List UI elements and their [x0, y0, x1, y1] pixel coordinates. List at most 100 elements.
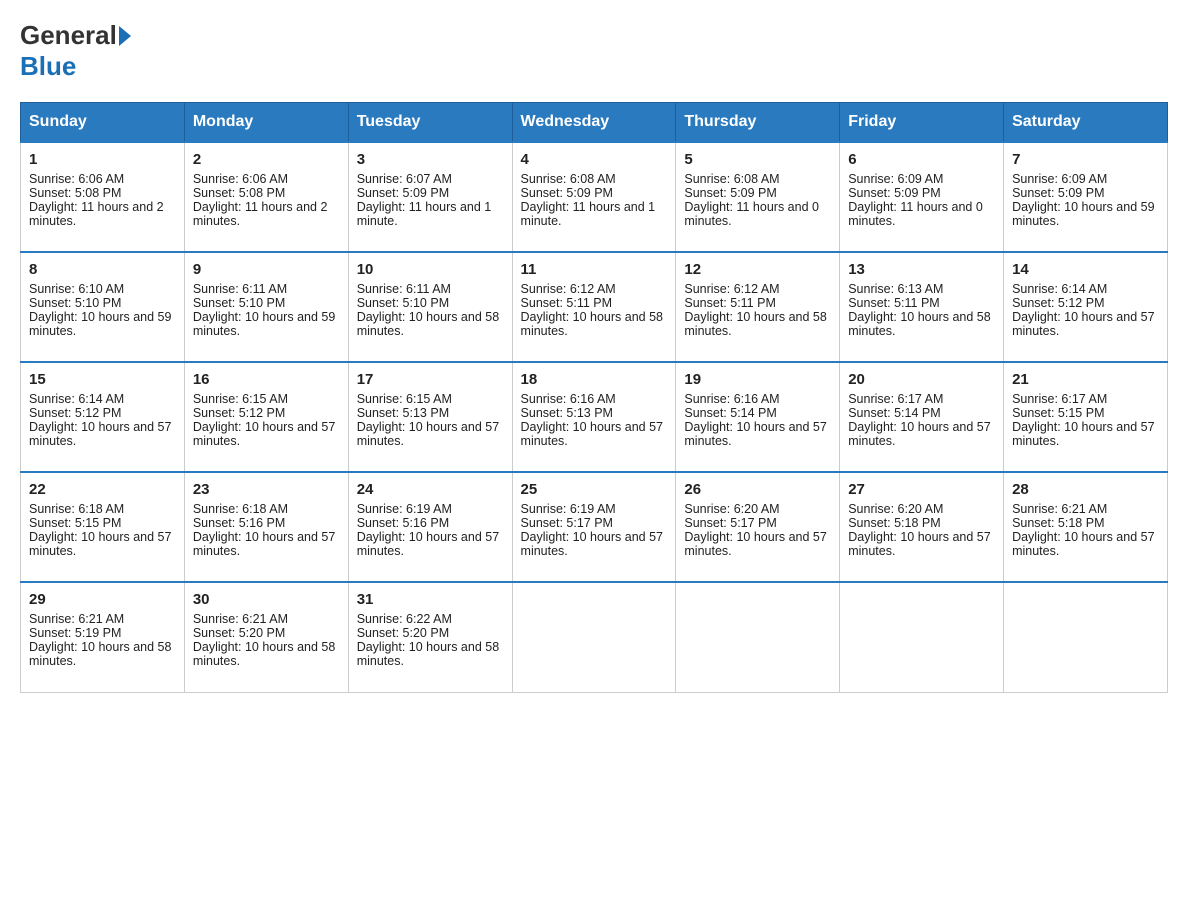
daylight-text: Daylight: 10 hours and 57 minutes.: [684, 530, 826, 558]
day-number: 25: [521, 481, 668, 498]
logo-arrow-icon: [119, 26, 131, 46]
sunrise-text: Sunrise: 6:14 AM: [1012, 282, 1107, 296]
day-number: 16: [193, 371, 340, 388]
calendar-cell: 25Sunrise: 6:19 AMSunset: 5:17 PMDayligh…: [512, 472, 676, 582]
sunset-text: Sunset: 5:18 PM: [848, 516, 940, 530]
sunset-text: Sunset: 5:09 PM: [521, 186, 613, 200]
calendar-cell: 6Sunrise: 6:09 AMSunset: 5:09 PMDaylight…: [840, 142, 1004, 252]
daylight-text: Daylight: 10 hours and 57 minutes.: [193, 420, 335, 448]
day-number: 13: [848, 261, 995, 278]
sunset-text: Sunset: 5:11 PM: [848, 296, 940, 310]
day-number: 14: [1012, 261, 1159, 278]
calendar-cell: 26 Sunrise: 6:20 AMSunset: 5:17 PMDayligh…: [676, 472, 840, 582]
sunset-text: Sunset: 5:17 PM: [684, 516, 776, 530]
daylight-text: Daylight: 11 hours and 2 minutes.: [29, 200, 164, 228]
sunset-text: Sunset: 5:13 PM: [357, 406, 449, 420]
calendar-cell: 18Sunrise: 6:16 AMSunset: 5:13 PMDayligh…: [512, 362, 676, 472]
day-number: 11: [521, 261, 668, 278]
header-sunday: Sunday: [21, 103, 185, 143]
sunrise-text: Sunrise: 6:08 AM: [521, 172, 616, 186]
daylight-text: Daylight: 11 hours and 1 minute.: [521, 200, 656, 228]
sunrise-text: Sunrise: 6:06 AM: [29, 172, 124, 186]
sunrise-text: Sunrise: 6:15 AM: [357, 392, 452, 406]
calendar-cell: 4 Sunrise: 6:08 AMSunset: 5:09 PMDaylight…: [512, 142, 676, 252]
day-number: 28: [1012, 481, 1159, 498]
calendar-cell: 28Sunrise: 6:21 AMSunset: 5:18 PMDayligh…: [1004, 472, 1168, 582]
sunrise-text: Sunrise: 6:14 AM: [29, 392, 124, 406]
sunrise-text: Sunrise: 6:09 AM: [1012, 172, 1107, 186]
day-number: 7: [1012, 151, 1159, 168]
sunrise-text: Sunrise: 6:17 AM: [1012, 392, 1107, 406]
day-number: 5: [684, 151, 831, 168]
calendar-cell: 14Sunrise: 6:14 AMSunset: 5:12 PMDayligh…: [1004, 252, 1168, 362]
sunrise-text: Sunrise: 6:18 AM: [29, 502, 124, 516]
calendar-cell: 19Sunrise: 6:16 AMSunset: 5:14 PMDayligh…: [676, 362, 840, 472]
header-friday: Friday: [840, 103, 1004, 143]
daylight-text: Daylight: 10 hours and 57 minutes.: [29, 420, 171, 448]
calendar-cell: [512, 582, 676, 692]
sunset-text: Sunset: 5:16 PM: [193, 516, 285, 530]
sunset-text: Sunset: 5:08 PM: [193, 186, 285, 200]
day-number: 4: [521, 151, 668, 168]
sunrise-text: Sunrise: 6:21 AM: [193, 612, 288, 626]
sunset-text: Sunset: 5:15 PM: [1012, 406, 1104, 420]
day-number: 8: [29, 261, 176, 278]
daylight-text: Daylight: 11 hours and 2 minutes.: [193, 200, 328, 228]
sunrise-text: Sunrise: 6:19 AM: [521, 502, 616, 516]
daylight-text: Daylight: 10 hours and 57 minutes.: [29, 530, 171, 558]
calendar-cell: 30Sunrise: 6:21 AMSunset: 5:20 PMDayligh…: [184, 582, 348, 692]
sunrise-text: Sunrise: 6:09 AM: [848, 172, 943, 186]
day-number: 26: [684, 481, 831, 498]
day-number: 1: [29, 151, 176, 168]
header-saturday: Saturday: [1004, 103, 1168, 143]
calendar-cell: 15Sunrise: 6:14 AMSunset: 5:12 PMDayligh…: [21, 362, 185, 472]
logo-general-text: General: [20, 20, 117, 51]
daylight-text: Daylight: 10 hours and 57 minutes.: [1012, 530, 1154, 558]
day-number: 23: [193, 481, 340, 498]
sunset-text: Sunset: 5:13 PM: [521, 406, 613, 420]
day-number: 17: [357, 371, 504, 388]
sunrise-text: Sunrise: 6:21 AM: [29, 612, 124, 626]
calendar-cell: 20Sunrise: 6:17 AMSunset: 5:14 PMDayligh…: [840, 362, 1004, 472]
sunrise-text: Sunrise: 6:12 AM: [521, 282, 616, 296]
day-number: 2: [193, 151, 340, 168]
header-thursday: Thursday: [676, 103, 840, 143]
daylight-text: Daylight: 10 hours and 57 minutes.: [357, 420, 499, 448]
sunrise-text: Sunrise: 6:20 AM: [848, 502, 943, 516]
week-row-1: 1Sunrise: 6:06 AMSunset: 5:08 PMDaylight…: [21, 142, 1168, 252]
sunset-text: Sunset: 5:11 PM: [521, 296, 613, 310]
day-number: 29: [29, 591, 176, 608]
sunrise-text: Sunrise: 6:16 AM: [521, 392, 616, 406]
sunset-text: Sunset: 5:10 PM: [357, 296, 449, 310]
calendar-cell: [1004, 582, 1168, 692]
sunset-text: Sunset: 5:19 PM: [29, 626, 121, 640]
sunset-text: Sunset: 5:11 PM: [684, 296, 776, 310]
sunrise-text: Sunrise: 6:11 AM: [193, 282, 287, 296]
sunset-text: Sunset: 5:14 PM: [848, 406, 940, 420]
sunrise-text: Sunrise: 6:20 AM: [684, 502, 779, 516]
week-row-5: 29Sunrise: 6:21 AMSunset: 5:19 PMDayligh…: [21, 582, 1168, 692]
calendar-cell: 31Sunrise: 6:22 AMSunset: 5:20 PMDayligh…: [348, 582, 512, 692]
calendar-table: SundayMondayTuesdayWednesdayThursdayFrid…: [20, 102, 1168, 693]
daylight-text: Daylight: 10 hours and 58 minutes.: [357, 310, 499, 338]
day-number: 15: [29, 371, 176, 388]
day-number: 19: [684, 371, 831, 388]
sunset-text: Sunset: 5:12 PM: [1012, 296, 1104, 310]
day-number: 21: [1012, 371, 1159, 388]
daylight-text: Daylight: 10 hours and 59 minutes.: [193, 310, 335, 338]
daylight-text: Daylight: 10 hours and 59 minutes.: [1012, 200, 1154, 228]
calendar-cell: 22Sunrise: 6:18 AMSunset: 5:15 PMDayligh…: [21, 472, 185, 582]
daylight-text: Daylight: 11 hours and 0 minutes.: [684, 200, 819, 228]
calendar-cell: 8Sunrise: 6:10 AMSunset: 5:10 PMDaylight…: [21, 252, 185, 362]
daylight-text: Daylight: 10 hours and 57 minutes.: [521, 530, 663, 558]
sunset-text: Sunset: 5:10 PM: [29, 296, 121, 310]
daylight-text: Daylight: 10 hours and 57 minutes.: [848, 530, 990, 558]
sunrise-text: Sunrise: 6:12 AM: [684, 282, 779, 296]
daylight-text: Daylight: 10 hours and 57 minutes.: [193, 530, 335, 558]
sunset-text: Sunset: 5:09 PM: [1012, 186, 1104, 200]
calendar-cell: 1Sunrise: 6:06 AMSunset: 5:08 PMDaylight…: [21, 142, 185, 252]
calendar-cell: 21Sunrise: 6:17 AMSunset: 5:15 PMDayligh…: [1004, 362, 1168, 472]
week-row-4: 22Sunrise: 6:18 AMSunset: 5:15 PMDayligh…: [21, 472, 1168, 582]
sunrise-text: Sunrise: 6:13 AM: [848, 282, 943, 296]
sunset-text: Sunset: 5:14 PM: [684, 406, 776, 420]
